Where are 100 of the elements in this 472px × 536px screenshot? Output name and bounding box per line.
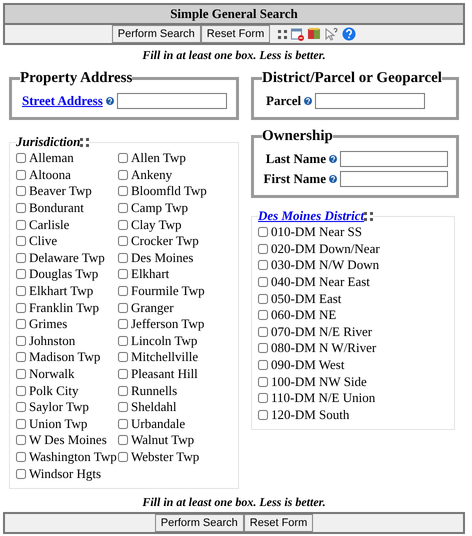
checkbox[interactable]	[16, 186, 26, 196]
checkbox[interactable]	[258, 410, 268, 420]
checkbox[interactable]	[16, 302, 26, 313]
checkbox-item[interactable]: Camp Twp	[118, 200, 228, 216]
street-address-link[interactable]: Street Address	[22, 93, 103, 109]
cursor-help-icon[interactable]	[325, 28, 338, 40]
checkbox-item[interactable]: Walnut Twp	[118, 432, 228, 449]
checkbox-item[interactable]: 100-DM NW Side	[258, 373, 446, 390]
checkbox[interactable]	[16, 435, 26, 446]
checkbox-item[interactable]: 040-DM Near East	[258, 274, 446, 290]
checkbox[interactable]	[118, 435, 128, 446]
checkbox-item[interactable]: Washington Twp	[16, 448, 118, 466]
checkbox[interactable]	[258, 376, 268, 387]
checkbox[interactable]	[258, 310, 268, 320]
checkbox[interactable]	[258, 277, 268, 288]
search-button[interactable]: Perform Search	[154, 514, 244, 532]
checkbox[interactable]	[118, 220, 128, 230]
checkbox[interactable]	[16, 252, 26, 263]
checkbox-item[interactable]: Grimes	[16, 316, 118, 333]
collapse-icon[interactable]	[364, 212, 374, 220]
help-icon[interactable]	[342, 27, 356, 41]
checkbox[interactable]	[16, 220, 26, 230]
checkbox[interactable]	[118, 286, 128, 296]
checkbox-item[interactable]: Jefferson Twp	[118, 316, 228, 333]
checkbox[interactable]	[16, 402, 26, 412]
district-link[interactable]: Des Moines District	[258, 208, 364, 224]
checkbox[interactable]	[118, 402, 128, 412]
checkbox[interactable]	[118, 302, 128, 313]
checkbox[interactable]	[16, 386, 26, 396]
checkbox-item[interactable]: Crocker Twp	[118, 232, 228, 250]
checkbox[interactable]	[258, 393, 268, 404]
checkbox-item[interactable]: Granger	[118, 299, 228, 316]
checkbox[interactable]	[118, 186, 128, 196]
collapse-icon[interactable]	[80, 138, 90, 146]
checkbox[interactable]	[16, 286, 26, 296]
checkbox[interactable]	[258, 343, 268, 354]
checkbox-item[interactable]: Douglas Twp	[16, 266, 118, 283]
checkbox-item[interactable]: Elkhart	[118, 266, 228, 283]
checkbox[interactable]	[16, 468, 26, 479]
checkbox[interactable]	[118, 203, 128, 214]
checkbox-item[interactable]: 080-DM N W/River	[258, 340, 446, 357]
checkbox[interactable]	[258, 244, 268, 254]
checkbox[interactable]	[16, 170, 26, 180]
checkbox[interactable]	[16, 269, 26, 280]
checkbox[interactable]	[258, 227, 268, 238]
checkbox-item[interactable]: Bloomfld Twp	[118, 183, 228, 200]
checkbox-item[interactable]: Alleman	[16, 150, 118, 167]
checkbox-item[interactable]: Pleasant Hill	[118, 366, 228, 382]
checkbox-item[interactable]: Saylor Twp	[16, 398, 118, 416]
checkbox-item[interactable]: 020-DM Down/Near	[258, 240, 446, 258]
checkbox-item[interactable]: Madison Twp	[16, 349, 118, 366]
checkbox[interactable]	[258, 360, 268, 370]
checkbox-item[interactable]: 110-DM N/E Union	[258, 390, 446, 407]
checkbox[interactable]	[16, 369, 26, 380]
checkbox-item[interactable]: Mitchellville	[118, 349, 228, 366]
street-address-field[interactable]	[116, 93, 227, 109]
checkbox[interactable]	[118, 153, 128, 164]
checkbox-item[interactable]: Ankeny	[118, 166, 228, 184]
checkbox[interactable]	[258, 326, 268, 337]
checkbox-item[interactable]: Urbandale	[118, 416, 228, 432]
checkbox-item[interactable]: 070-DM N/E River	[258, 324, 446, 340]
checkbox[interactable]	[16, 336, 26, 346]
checkbox[interactable]	[16, 236, 26, 246]
checkbox-item[interactable]: Clay Twp	[118, 216, 228, 233]
checkbox-item[interactable]: Bondurant	[16, 200, 118, 216]
reset-button[interactable]: Reset Form	[244, 514, 314, 532]
checkbox[interactable]	[118, 452, 128, 462]
checkbox-item[interactable]: 050-DM East	[258, 290, 446, 307]
checkbox-item[interactable]: Delaware Twp	[16, 250, 118, 266]
checkbox-item[interactable]: Lincoln Twp	[118, 332, 228, 350]
checkbox[interactable]	[16, 452, 26, 462]
checkbox[interactable]	[118, 170, 128, 180]
checkbox[interactable]	[118, 236, 128, 246]
checkbox-item[interactable]: 090-DM West	[258, 356, 446, 374]
checkbox-item[interactable]: Elkhart Twp	[16, 282, 118, 300]
name-field[interactable]	[340, 171, 448, 187]
checkbox-item[interactable]: 030-DM N/W Down	[258, 257, 446, 274]
checkbox[interactable]	[16, 319, 26, 330]
checkbox-item[interactable]: Union Twp	[16, 416, 118, 432]
checkbox-item[interactable]: Des Moines	[118, 250, 228, 266]
book-icon[interactable]	[308, 28, 322, 40]
checkbox-item[interactable]: Clive	[16, 232, 118, 250]
parcel-field[interactable]	[315, 93, 426, 109]
checkbox-item[interactable]: Beaver Twp	[16, 183, 118, 200]
checkbox-item[interactable]: Johnston	[16, 332, 118, 350]
checkbox-item[interactable]: W Des Moines	[16, 432, 118, 449]
checkbox[interactable]	[16, 203, 26, 214]
collapse-icon[interactable]	[278, 30, 288, 38]
calendar-icon[interactable]	[291, 28, 304, 40]
reset-button[interactable]: Reset Form	[200, 25, 270, 43]
checkbox[interactable]	[118, 336, 128, 346]
checkbox[interactable]	[16, 352, 26, 362]
checkbox-item[interactable]: 120-DM South	[258, 406, 446, 424]
checkbox[interactable]	[118, 369, 128, 380]
checkbox-item[interactable]: 060-DM NE	[258, 306, 446, 324]
checkbox[interactable]	[118, 252, 128, 263]
checkbox-item[interactable]: Allen Twp	[118, 150, 228, 167]
checkbox-item[interactable]: Altoona	[16, 166, 118, 184]
checkbox-item[interactable]: Carlisle	[16, 216, 118, 233]
help-icon[interactable]	[329, 155, 337, 163]
